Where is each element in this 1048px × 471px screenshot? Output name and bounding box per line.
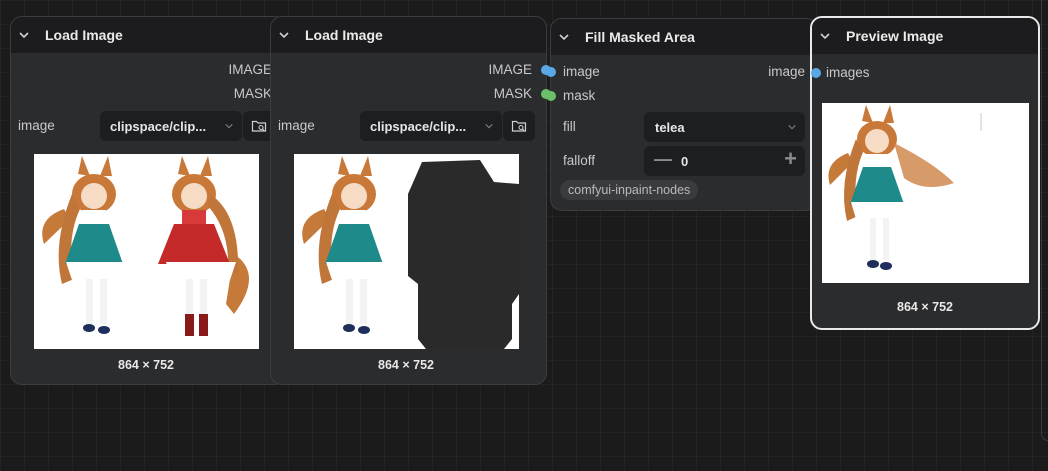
node-title: Preview Image: [846, 28, 944, 44]
image-combo[interactable]: clipspace/clip...: [100, 111, 242, 141]
character-figure: [828, 105, 954, 270]
output-label-image: IMAGE: [488, 62, 532, 77]
increment-button[interactable]: +: [784, 146, 797, 172]
node-title: Fill Masked Area: [585, 29, 695, 45]
node-header[interactable]: Fill Masked Area: [551, 19, 817, 55]
output-label-image: IMAGE: [228, 62, 272, 77]
character-figure: [302, 156, 390, 334]
image-combo-value: clipspace/clip...: [370, 118, 467, 134]
output-label-mask: MASK: [233, 86, 272, 101]
chevron-down-icon[interactable]: [17, 28, 31, 42]
chevron-down-icon[interactable]: [818, 29, 832, 43]
falloff-stepper[interactable]: — 0 +: [644, 146, 805, 176]
chevron-down-icon: [485, 123, 493, 129]
chevron-down-icon[interactable]: [557, 30, 571, 44]
chevron-down-icon[interactable]: [277, 28, 291, 42]
fill-masked-area-node[interactable]: Fill Masked Area image mask image fill t…: [546, 18, 822, 211]
image-preview: [294, 154, 519, 349]
chevron-down-icon: [788, 124, 796, 130]
output-label-image: image: [768, 64, 805, 79]
node-header[interactable]: Preview Image: [812, 18, 1038, 54]
folder-search-icon: [511, 120, 527, 132]
chevron-down-icon: [225, 123, 233, 129]
canvas-edge-panel: [1041, 0, 1048, 441]
decrement-button[interactable]: —: [654, 149, 672, 170]
input-label-image: image: [563, 64, 600, 79]
widget-label-fill: fill: [563, 119, 576, 134]
image-preview: [34, 154, 259, 349]
widget-label-image: image: [278, 118, 315, 133]
package-badge: comfyui-inpaint-nodes: [560, 180, 699, 200]
node-title: Load Image: [45, 27, 123, 43]
character-figure: [42, 156, 130, 334]
node-header[interactable]: Load Image: [271, 17, 546, 53]
folder-search-icon: [251, 120, 267, 132]
input-slot-mask[interactable]: [546, 91, 556, 101]
load-image-node-2[interactable]: Load Image IMAGE MASK image clipspace/cl…: [270, 16, 551, 385]
image-dimensions: 864 × 752: [378, 358, 434, 372]
inpaint-artifact: [980, 113, 982, 131]
input-slot-images[interactable]: [811, 68, 821, 78]
preview-image-node[interactable]: Preview Image images 864 × 752: [810, 16, 1040, 330]
load-image-node-1[interactable]: Load Image IMAGE MASK image clipspace/cl…: [10, 16, 291, 385]
node-header[interactable]: Load Image: [11, 17, 286, 53]
falloff-value[interactable]: 0: [681, 154, 688, 169]
character-figure: [158, 156, 249, 336]
node-title: Load Image: [305, 27, 383, 43]
input-label-mask: mask: [563, 88, 596, 103]
output-label-mask: MASK: [493, 86, 532, 101]
image-combo-value: clipspace/clip...: [110, 118, 207, 134]
mask-region: [408, 160, 519, 349]
input-label-images: images: [826, 65, 870, 80]
widget-label-image: image: [18, 118, 55, 133]
image-dimensions: 864 × 752: [118, 358, 174, 372]
fill-combo[interactable]: telea: [644, 112, 805, 142]
browse-folder-button[interactable]: [503, 111, 535, 141]
image-dimensions: 864 × 752: [897, 300, 953, 314]
widget-label-falloff: falloff: [563, 153, 596, 168]
fill-combo-value: telea: [655, 119, 685, 135]
image-preview: [822, 103, 1029, 283]
image-combo[interactable]: clipspace/clip...: [360, 111, 502, 141]
input-slot-image[interactable]: [546, 67, 556, 77]
